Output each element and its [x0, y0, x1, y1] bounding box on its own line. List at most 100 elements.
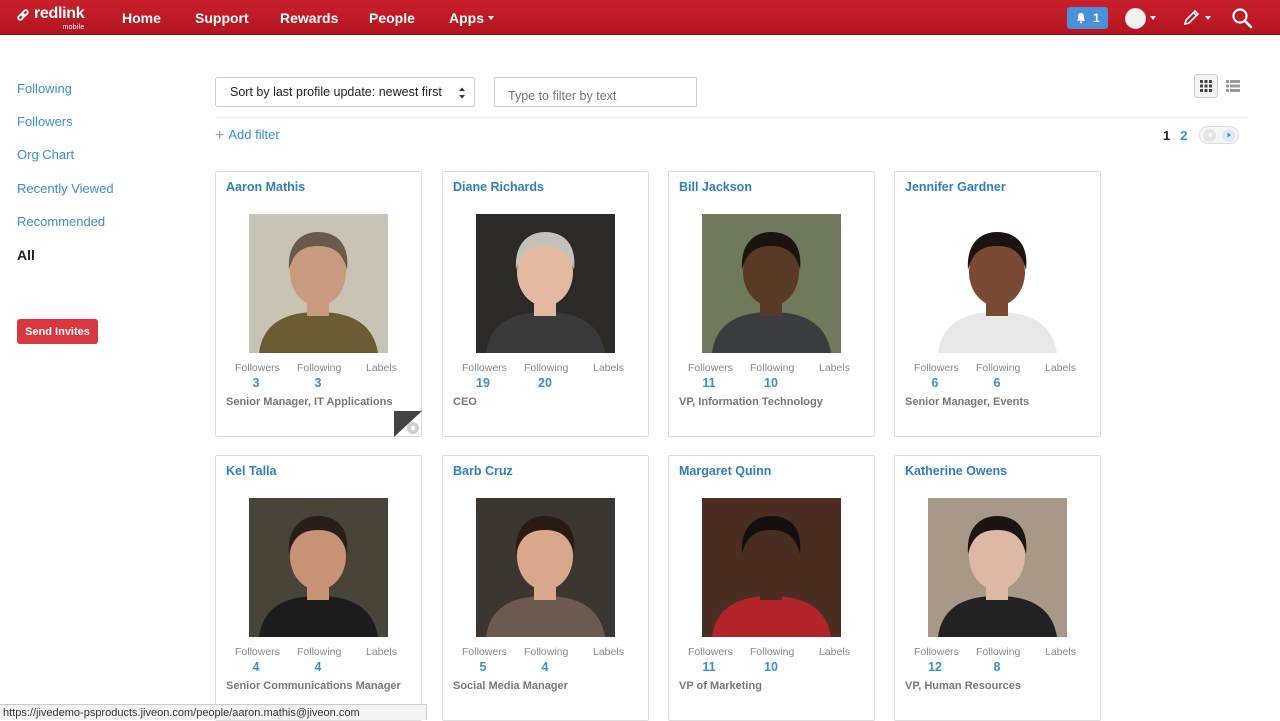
notifications-button[interactable]: 1 [1067, 7, 1108, 29]
sidebar-item-recently-viewed[interactable]: Recently Viewed [17, 181, 114, 196]
followers-count[interactable]: 6 [925, 376, 945, 390]
nav-home[interactable]: Home [122, 10, 161, 26]
filter-text-input[interactable] [494, 77, 697, 107]
search-icon[interactable] [1231, 7, 1253, 29]
sort-select[interactable]: Sort by last profile update: newest firs… [215, 77, 475, 107]
following-count[interactable]: 10 [761, 660, 781, 674]
nav-apps-label: Apps [449, 10, 484, 26]
user-menu-button[interactable] [1125, 7, 1161, 29]
person-card[interactable]: Aaron Mathis Followers Following Labels 3 3 Se… [215, 171, 422, 437]
sort-arrows-icon [459, 87, 465, 99]
gear-icon[interactable] [394, 411, 422, 437]
following-label: Following [750, 362, 795, 374]
followers-count[interactable]: 12 [925, 660, 945, 674]
plus-icon: + [215, 127, 225, 144]
followers-count[interactable]: 11 [699, 376, 719, 390]
following-count[interactable]: 10 [761, 376, 781, 390]
person-photo[interactable] [476, 498, 615, 637]
labels-label: Labels [819, 362, 850, 374]
person-card[interactable]: Diane Richards Followers Following Labels 19… [442, 171, 649, 437]
person-card[interactable]: Katherine Owens Followers Following Labels 1… [894, 455, 1101, 721]
create-menu-button[interactable] [1181, 8, 1211, 28]
sidebar-item-recommended[interactable]: Recommended [17, 214, 105, 229]
followers-count[interactable]: 11 [699, 660, 719, 674]
sidebar-item-all[interactable]: All [17, 247, 35, 263]
sort-select-value: Sort by last profile update: newest firs… [230, 85, 442, 99]
person-name[interactable]: Kel Talla [226, 464, 276, 478]
sidebar-item-followers[interactable]: Followers [17, 114, 73, 129]
following-count[interactable]: 6 [987, 376, 1007, 390]
portrait-image [249, 214, 388, 353]
top-nav-bar: redlink mobile Home Support Rewards Peop… [0, 0, 1280, 35]
list-view-icon[interactable] [1225, 78, 1241, 94]
labels-label: Labels [366, 646, 397, 658]
person-photo[interactable] [702, 214, 841, 353]
pagination: 1 2 [1163, 126, 1240, 144]
send-invites-button[interactable]: Send Invites [17, 319, 98, 344]
nav-people[interactable]: People [369, 10, 415, 26]
brand-logo[interactable]: redlink mobile [16, 5, 85, 31]
link-icon [17, 9, 29, 21]
chevron-down-icon [1205, 16, 1211, 20]
sidebar-item-org-chart[interactable]: Org Chart [17, 147, 74, 162]
followers-count[interactable]: 3 [246, 376, 266, 390]
person-name[interactable]: Katherine Owens [905, 464, 1007, 478]
person-name[interactable]: Barb Cruz [453, 464, 513, 478]
person-name[interactable]: Margaret Quinn [679, 464, 771, 478]
followers-count[interactable]: 19 [473, 376, 493, 390]
following-count[interactable]: 4 [308, 660, 328, 674]
nav-rewards[interactable]: Rewards [280, 10, 338, 26]
brand-sub: mobile [62, 24, 85, 31]
page-2[interactable]: 2 [1180, 128, 1187, 143]
nav-support[interactable]: Support [195, 10, 249, 26]
chevron-right-icon [1227, 132, 1231, 138]
portrait-image [928, 498, 1067, 637]
labels-label: Labels [1045, 646, 1076, 658]
person-card[interactable]: Kel Talla Followers Following Labels 4 4 Senio… [215, 455, 422, 721]
portrait-image [476, 214, 615, 353]
chevron-down-icon [488, 16, 494, 20]
person-photo[interactable] [249, 498, 388, 637]
person-photo[interactable] [928, 214, 1067, 353]
followers-count[interactable]: 4 [246, 660, 266, 674]
following-label: Following [297, 646, 342, 658]
person-card[interactable]: Jennifer Gardner Followers Following Labels… [894, 171, 1101, 437]
person-card[interactable]: Margaret Quinn Followers Following Labels 11… [668, 455, 875, 721]
page-1[interactable]: 1 [1163, 128, 1170, 143]
next-page-button[interactable] [1222, 128, 1236, 142]
nav-apps[interactable]: Apps [449, 10, 494, 26]
portrait-image [702, 498, 841, 637]
avatar [1125, 7, 1146, 29]
following-label: Following [750, 646, 795, 658]
followers-label: Followers [235, 362, 280, 374]
followers-count[interactable]: 5 [473, 660, 493, 674]
following-label: Following [976, 362, 1021, 374]
followers-label: Followers [462, 362, 507, 374]
following-count[interactable]: 4 [535, 660, 555, 674]
person-title: VP, Human Resources [905, 680, 1021, 692]
following-count[interactable]: 20 [535, 376, 555, 390]
pencil-icon [1183, 9, 1200, 26]
person-card[interactable]: Barb Cruz Followers Following Labels 5 4 Socia… [442, 455, 649, 721]
person-photo[interactable] [928, 498, 1067, 637]
notifications-count: 1 [1093, 11, 1100, 25]
followers-label: Followers [914, 646, 959, 658]
following-count[interactable]: 3 [308, 376, 328, 390]
person-name[interactable]: Bill Jackson [679, 180, 752, 194]
person-photo[interactable] [476, 214, 615, 353]
person-card[interactable]: Bill Jackson Followers Following Labels 11 10… [668, 171, 875, 437]
following-label: Following [976, 646, 1021, 658]
person-photo[interactable] [702, 498, 841, 637]
sidebar-item-following[interactable]: Following [17, 81, 72, 96]
portrait-image [702, 214, 841, 353]
person-name[interactable]: Jennifer Gardner [905, 180, 1006, 194]
person-name[interactable]: Diane Richards [453, 180, 544, 194]
person-photo[interactable] [249, 214, 388, 353]
person-name[interactable]: Aaron Mathis [226, 180, 305, 194]
add-filter-link[interactable]: + Add filter [215, 127, 280, 145]
following-count[interactable]: 8 [987, 660, 1007, 674]
labels-label: Labels [593, 362, 624, 374]
add-filter-label: Add filter [228, 127, 280, 142]
grid-view-button[interactable] [1194, 74, 1218, 98]
prev-page-button[interactable] [1203, 128, 1217, 142]
